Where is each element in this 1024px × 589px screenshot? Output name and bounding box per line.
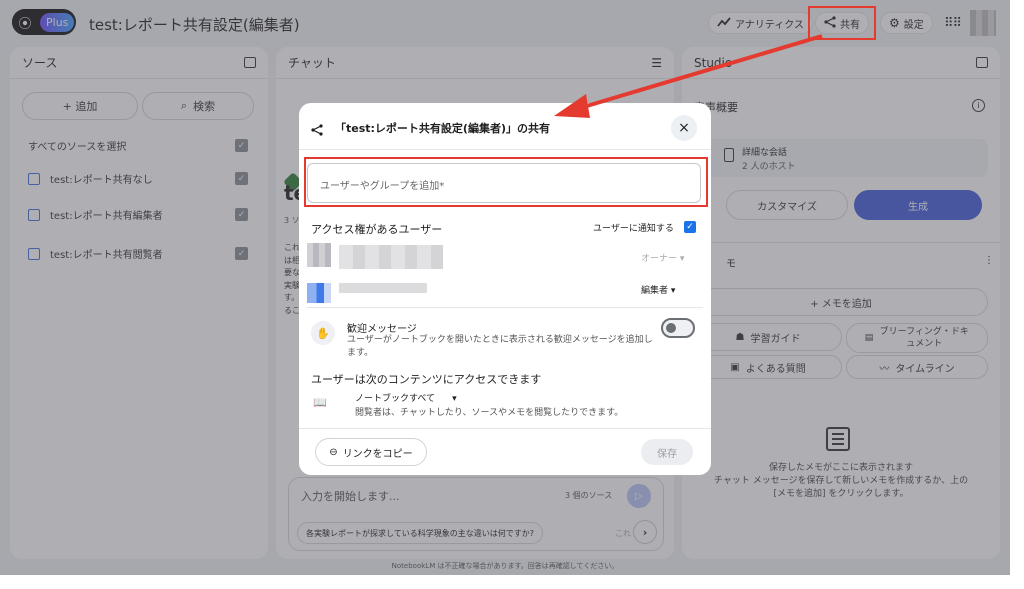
divider: [299, 149, 711, 150]
annotation-box-input: [304, 157, 708, 207]
owner-role: オーナー ▾: [641, 254, 685, 264]
divider: [299, 428, 711, 429]
divider: [307, 307, 703, 308]
role-dropdown[interactable]: 編集者 ▾: [641, 283, 675, 296]
notebook-option-label: ノートブックすべて: [355, 394, 436, 404]
notify-label: ユーザーに通知する: [593, 224, 674, 234]
share-icon: [311, 121, 323, 140]
app-window: ⦿ Plus test:レポート共有設定(編集者) アナリティクス 共有 ⚙ 設…: [0, 0, 1010, 575]
avatar: [307, 283, 331, 303]
waving-hand-icon: ✋: [311, 321, 335, 345]
book-icon: 📖: [313, 396, 327, 409]
link-icon: ⊖: [329, 446, 338, 458]
access-heading: アクセス権があるユーザー: [311, 223, 443, 236]
user-name-redacted: [339, 283, 427, 293]
avatar: [307, 243, 331, 267]
share-dialog-title: 「test:レポート共有設定(編集者)」の共有: [335, 122, 550, 135]
welcome-toggle[interactable]: [661, 318, 695, 338]
copy-link-button[interactable]: ⊖ リンクをコピー: [315, 438, 427, 466]
copy-link-label: リンクをコピー: [342, 448, 413, 460]
notebook-access-dropdown[interactable]: ノートブックすべて ▾: [355, 391, 457, 404]
editor-role-label: 編集者: [641, 286, 669, 296]
save-button[interactable]: 保存: [641, 439, 693, 465]
notify-checkbox[interactable]: ✓: [684, 221, 696, 233]
annotation-arrow: [554, 34, 823, 118]
owner-role-label: オーナー: [641, 254, 678, 264]
welcome-description: ユーザーがノートブックを開いたときに表示される歓迎メッセージを追加します。: [347, 335, 653, 358]
user-name-redacted: [339, 245, 443, 269]
notebook-access-desc: 閲覧者は、チャットしたり、ソースやメモを閲覧したりできます。: [355, 408, 624, 418]
welcome-title: 歓迎メッセージ: [347, 324, 417, 335]
content-heading: ユーザーは次のコンテンツにアクセスできます: [311, 373, 542, 386]
